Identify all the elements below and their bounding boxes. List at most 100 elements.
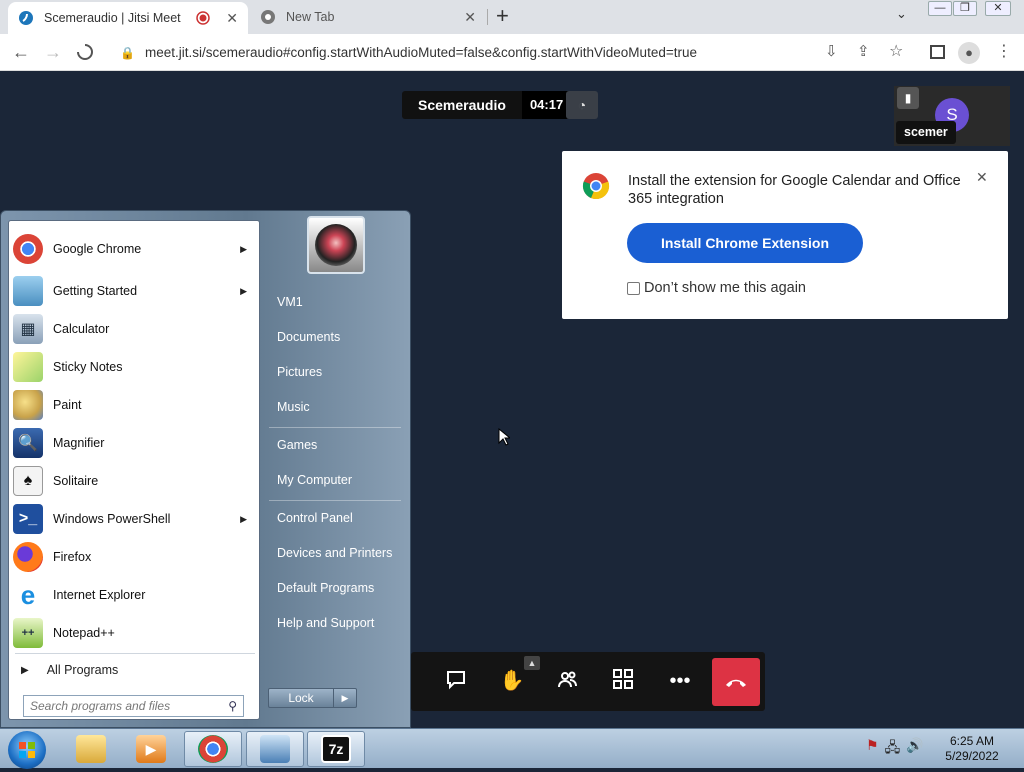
right-item-default-programs[interactable]: Default Programs <box>269 575 403 601</box>
computer-icon <box>260 735 290 763</box>
lock-button[interactable]: Lock <box>268 688 334 708</box>
program-item-paint[interactable]: Paint <box>13 387 257 423</box>
close-tab-icon[interactable]: ✕ <box>464 9 476 26</box>
right-item-vm1[interactable]: VM1 <box>269 289 403 315</box>
search-icon[interactable]: ⚲ <box>228 699 237 713</box>
new-tab-button[interactable]: + <box>496 5 509 27</box>
program-label: Magnifier <box>53 436 105 450</box>
program-item-sticky-notes[interactable]: Sticky Notes <box>13 349 257 385</box>
calculator-icon: ▦ <box>13 314 43 344</box>
powershell-icon: >_ <box>13 504 43 534</box>
participants-icon[interactable] <box>555 668 581 694</box>
install-app-icon[interactable]: ⇩ <box>825 42 838 62</box>
close-tab-icon[interactable]: ✕ <box>226 10 238 27</box>
back-arrow-icon[interactable]: ← <box>12 42 30 62</box>
right-item-documents[interactable]: Documents <box>269 324 403 350</box>
media-player-icon: ▶ <box>136 735 166 763</box>
all-programs-button[interactable]: ▶ All Programs <box>17 659 253 681</box>
taskbar-explorer[interactable] <box>62 731 120 767</box>
taskbar-chrome[interactable] <box>184 731 242 767</box>
connection-signal-icon[interactable]: ▮ <box>897 87 919 109</box>
share-icon[interactable]: ⇪ <box>857 42 870 62</box>
raise-hand-icon[interactable]: ✋ <box>499 668 525 694</box>
right-item-devices-and-printers[interactable]: Devices and Printers <box>269 540 403 566</box>
reactions-chevron-up-icon[interactable]: ▲ <box>524 656 540 670</box>
search-input[interactable]: Search programs and files ⚲ <box>23 695 244 717</box>
submenu-arrow-icon[interactable]: ▶ <box>240 514 247 525</box>
stop-loading-icon[interactable] <box>76 43 94 64</box>
system-clock[interactable]: 6:25 AM 5/29/2022 <box>940 734 1004 764</box>
program-item-google-chrome[interactable]: Google Chrome ▶ <box>13 231 257 267</box>
program-label: Windows PowerShell <box>53 512 171 526</box>
shutdown-options-arrow-icon[interactable]: ▶ <box>334 688 357 708</box>
expand-arrow-icon: ▶ <box>21 664 29 676</box>
hangup-button[interactable] <box>712 658 760 706</box>
performance-settings-gauge-icon[interactable]: ◔ <box>566 91 598 119</box>
address-bar[interactable]: 🔒 meet.jit.si/scemeraudio#config.startWi… <box>108 38 818 67</box>
divider <box>15 653 255 654</box>
taskbar-remote-desktop[interactable] <box>246 731 304 767</box>
dont-show-label: Don’t show me this again <box>644 280 806 296</box>
profile-icon[interactable]: ● <box>958 42 980 64</box>
taskbar-7zip[interactable]: 7z <box>307 731 365 767</box>
right-item-help-and-support[interactable]: Help and Support <box>269 610 403 636</box>
close-window-button[interactable]: ✕ <box>985 1 1011 16</box>
bookmark-star-icon[interactable]: ☆ <box>889 42 903 62</box>
minimize-button[interactable]: — <box>928 1 952 16</box>
forward-arrow-icon[interactable]: → <box>44 42 62 62</box>
tab-new-tab[interactable]: New Tab ✕ <box>250 0 486 34</box>
program-label: Solitaire <box>53 474 99 488</box>
program-item-getting-started[interactable]: Getting Started ▶ <box>13 273 257 309</box>
start-menu: Google Chrome ▶ Getting Started ▶ ▦ Calcul… <box>0 210 411 728</box>
chrome-menu-icon[interactable]: ⋮ <box>996 42 1012 62</box>
program-item-internet-explorer[interactable]: e Internet Explorer <box>13 577 257 613</box>
meeting-name: Scemeraudio <box>402 91 522 119</box>
taskbar-media-player[interactable]: ▶ <box>122 731 180 767</box>
right-item-games[interactable]: Games <box>269 432 403 458</box>
program-label: Firefox <box>53 550 92 564</box>
folder-icon <box>76 735 106 763</box>
program-label: Sticky Notes <box>53 360 123 374</box>
all-programs-label: All Programs <box>46 663 119 677</box>
program-item-calculator[interactable]: ▦ Calculator <box>13 311 257 347</box>
volume-icon[interactable]: 🔊 <box>906 737 923 761</box>
submenu-arrow-icon[interactable]: ▶ <box>240 286 247 297</box>
chat-icon[interactable] <box>443 668 469 694</box>
checkbox-box[interactable] <box>627 281 640 295</box>
tab-search-chevron-down-icon[interactable]: ⌄ <box>896 6 907 22</box>
right-item-pictures[interactable]: Pictures <box>269 359 403 385</box>
submenu-arrow-icon[interactable]: ▶ <box>240 244 247 255</box>
program-item-solitaire[interactable]: ♠ Solitaire <box>13 463 257 499</box>
side-panel-icon[interactable] <box>930 45 945 59</box>
seven-zip-icon: 7z <box>321 735 351 763</box>
more-actions-icon[interactable]: ••• <box>667 668 693 694</box>
restore-button[interactable]: ❐ <box>953 1 977 16</box>
right-item-control-panel[interactable]: Control Panel <box>269 505 403 531</box>
programs-pane: Google Chrome ▶ Getting Started ▶ ▦ Calcul… <box>8 220 260 720</box>
tile-view-icon[interactable] <box>610 668 636 694</box>
program-label: Google Chrome <box>53 242 142 256</box>
lock-icon[interactable]: 🔒 <box>120 46 135 60</box>
tab-jitsi-meet[interactable]: Scemeraudio | Jitsi Meet ✕ <box>8 2 248 34</box>
network-icon[interactable]: 🖧 <box>885 737 901 761</box>
program-item-windows-powershell[interactable]: >_ Windows PowerShell ▶ <box>13 501 257 537</box>
install-extension-button[interactable]: Install Chrome Extension <box>627 223 863 263</box>
action-center-flag-icon[interactable]: ⚑ <box>866 737 879 761</box>
participant-name: scemer <box>896 121 956 144</box>
mouse-cursor-icon <box>498 427 512 451</box>
right-item-my-computer[interactable]: My Computer <box>269 467 403 493</box>
tab-title: Scemeraudio | Jitsi Meet <box>44 11 181 25</box>
program-item-notepadpp[interactable]: ++ Notepad++ <box>13 615 257 651</box>
user-account-picture[interactable] <box>307 216 365 274</box>
close-icon[interactable]: ✕ <box>976 169 988 186</box>
meeting-timer: 04:17 <box>521 91 572 119</box>
right-item-music[interactable]: Music <box>269 394 403 420</box>
browser-toolbar: ← → 🔒 meet.jit.si/scemeraudio#config.sta… <box>0 34 1024 71</box>
meeting-toolbar: ▲ ✋ ••• <box>411 652 765 711</box>
program-item-magnifier[interactable]: 🔍 Magnifier <box>13 425 257 461</box>
divider <box>269 427 401 428</box>
chrome-favicon-icon <box>261 10 275 24</box>
start-button-windows-icon[interactable] <box>8 731 46 769</box>
dont-show-again-checkbox[interactable]: Don’t show me this again <box>627 280 806 296</box>
program-item-firefox[interactable]: Firefox <box>13 539 257 575</box>
